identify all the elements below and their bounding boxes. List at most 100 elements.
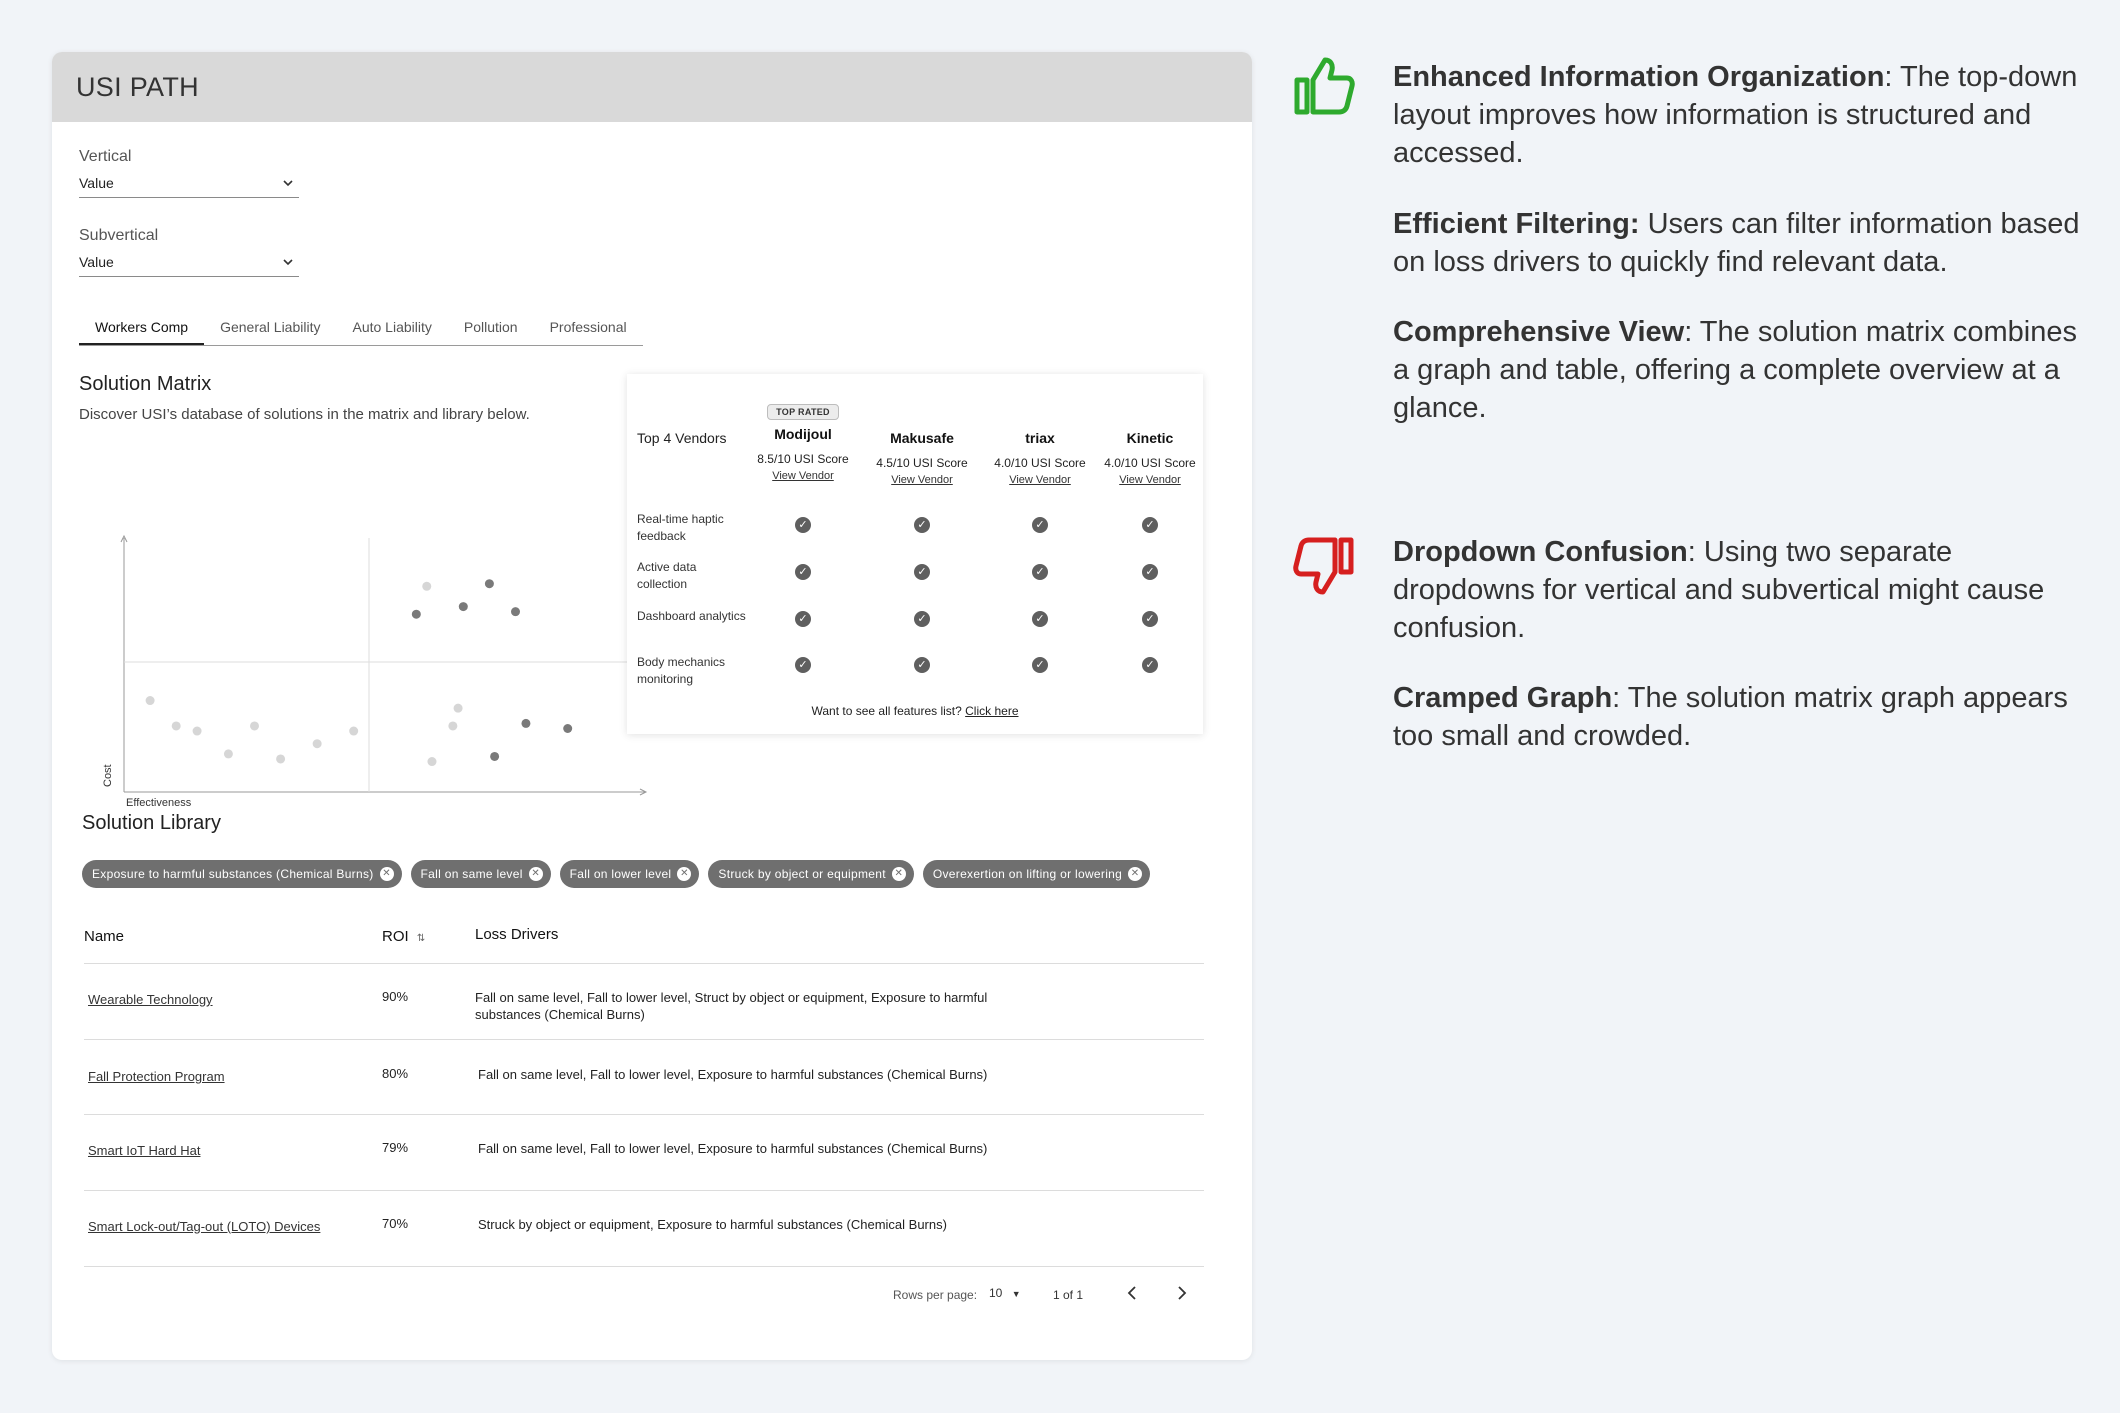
vendor-name: Modijoul	[774, 426, 832, 442]
close-icon[interactable]: ✕	[891, 867, 906, 881]
feature-label: Body mechanics monitoring	[637, 655, 726, 686]
chevron-left-icon[interactable]	[1121, 1281, 1145, 1305]
tab-general-liability[interactable]: General Liability	[204, 310, 336, 345]
filter-chip[interactable]: Fall on same level ✕	[410, 860, 551, 888]
check-circle-icon: ✓	[914, 657, 930, 673]
vendor-column-triax: triax 4.0/10 USI Score View Vendor	[985, 428, 1095, 486]
view-vendor-link[interactable]: View Vendor	[748, 470, 858, 482]
check-circle-icon: ✓	[1142, 564, 1158, 580]
vertical-value: Value	[79, 174, 114, 191]
points-layer	[145, 579, 573, 767]
divider	[84, 963, 1204, 964]
x-axis-label: Effectiveness	[126, 797, 192, 809]
vendor-name: Makusafe	[890, 430, 954, 446]
column-header-name: Name	[84, 928, 125, 945]
solution-link[interactable]: Smart IoT Hard Hat	[88, 1143, 200, 1158]
solution-matrix-title: Solution Matrix	[79, 373, 212, 395]
scatter-point[interactable]	[484, 579, 494, 589]
scatter-point[interactable]	[171, 721, 181, 731]
subvertical-dropdown[interactable]: Value	[79, 247, 299, 277]
rows-per-page-select[interactable]: 10 ▼	[989, 1286, 1021, 1300]
roi-value: 70%	[382, 1216, 409, 1231]
scatter-point[interactable]	[192, 726, 202, 736]
vendors-heading: Top 4 Vendors	[637, 430, 727, 446]
check-circle-icon: ✓	[1032, 657, 1048, 673]
filter-chip[interactable]: Exposure to harmful substances (Chemical…	[82, 860, 402, 888]
scatter-point[interactable]	[145, 696, 155, 706]
note-separator: :	[1687, 536, 1704, 568]
feature-label: Active data collection	[637, 560, 697, 591]
filter-chip[interactable]: Struck by object or equipment ✕	[708, 860, 914, 888]
scatter-point[interactable]	[223, 749, 233, 759]
vendor-name: triax	[1025, 430, 1055, 446]
filter-chip[interactable]: Overexertion on lifting or lowering ✕	[922, 860, 1151, 888]
note-separator	[1640, 208, 1648, 240]
features-footer: Want to see all features list? Click her…	[627, 704, 1203, 718]
note-title: Cramped Graph	[1393, 682, 1613, 714]
scatter-point[interactable]	[427, 757, 437, 767]
scatter-point[interactable]	[448, 721, 458, 731]
close-icon[interactable]: ✕	[379, 867, 394, 881]
check-circle-icon: ✓	[1032, 611, 1048, 627]
close-icon[interactable]: ✕	[1128, 867, 1143, 881]
view-vendor-link[interactable]: View Vendor	[1095, 474, 1205, 486]
divider	[84, 1039, 1204, 1040]
features-list-link[interactable]: Click here	[965, 704, 1018, 718]
close-icon[interactable]: ✕	[528, 867, 543, 881]
solution-link[interactable]: Fall Protection Program	[88, 1069, 225, 1084]
subvertical-value: Value	[79, 253, 114, 270]
vendor-column-kinetic: Kinetic 4.0/10 USI Score View Vendor	[1095, 428, 1205, 486]
note-separator: :	[1884, 61, 1901, 93]
vertical-label: Vertical	[79, 148, 132, 165]
app-window: USI PATH Vertical Value Subvertical Valu…	[52, 52, 1252, 1360]
column-header-roi[interactable]: ROI ⇅	[382, 928, 425, 945]
check-circle-icon: ✓	[1142, 657, 1158, 673]
filter-chip[interactable]: Fall on lower level ✕	[559, 860, 700, 888]
tab-auto-liability[interactable]: Auto Liability	[336, 310, 447, 345]
chevron-down-icon	[283, 179, 293, 186]
scatter-point[interactable]	[276, 754, 286, 764]
vendor-score: 4.5/10 USI Score	[876, 456, 968, 470]
tab-workers-comp[interactable]: Workers Comp	[79, 310, 205, 345]
scatter-point[interactable]	[422, 581, 432, 591]
scatter-point[interactable]	[349, 726, 359, 736]
scatter-point[interactable]	[453, 703, 463, 713]
page-range: 1 of 1	[1053, 1288, 1084, 1302]
tab-professional[interactable]: Professional	[534, 310, 643, 345]
loss-drivers-value: Fall on same level, Fall to lower level,…	[478, 1141, 988, 1156]
solution-link[interactable]: Wearable Technology	[88, 992, 213, 1007]
features-footer-text: Want to see all features list?	[811, 704, 962, 718]
check-circle-icon: ✓	[914, 611, 930, 627]
note-separator: :	[1612, 682, 1628, 714]
feature-label: Real-time haptic feedback	[637, 512, 724, 543]
vendors-panel: Top 4 Vendors TOP RATED Modijoul 8.5/10 …	[627, 374, 1203, 734]
scatter-point[interactable]	[521, 718, 531, 728]
chevron-down-icon	[283, 258, 293, 265]
scatter-point[interactable]	[563, 724, 573, 733]
scatter-point[interactable]	[490, 751, 500, 761]
note-separator: :	[1684, 316, 1700, 348]
solution-library-title: Solution Library	[82, 812, 221, 834]
scatter-point[interactable]	[411, 609, 421, 619]
close-icon[interactable]: ✕	[677, 867, 692, 881]
view-vendor-link[interactable]: View Vendor	[985, 474, 1095, 486]
loss-drivers-value: Struck by object or equipment, Exposure …	[478, 1217, 947, 1232]
solution-link[interactable]: Smart Lock-out/Tag-out (LOTO) Devices	[88, 1219, 320, 1234]
vendor-score: 8.5/10 USI Score	[757, 452, 849, 466]
scatter-point[interactable]	[458, 602, 468, 612]
chevron-right-icon[interactable]	[1169, 1281, 1193, 1305]
vendor-name: Kinetic	[1126, 430, 1174, 446]
divider	[84, 1190, 1204, 1191]
con-note: Dropdown Confusion: Using two separate d…	[1393, 533, 2083, 647]
vertical-dropdown[interactable]: Value	[79, 168, 299, 198]
view-vendor-link[interactable]: View Vendor	[867, 474, 977, 486]
tab-pollution[interactable]: Pollution	[448, 310, 534, 345]
sort-icon[interactable]: ⇅	[417, 933, 425, 944]
scatter-point[interactable]	[250, 721, 259, 731]
solution-matrix-chart: Effectiveness Cost	[74, 462, 654, 812]
note-title: Dropdown Confusion	[1393, 536, 1688, 568]
scatter-point[interactable]	[511, 607, 520, 617]
chip-label: Overexertion on lifting or lowering	[932, 867, 1123, 881]
scatter-point[interactable]	[312, 739, 322, 749]
subvertical-label: Subvertical	[79, 227, 159, 244]
